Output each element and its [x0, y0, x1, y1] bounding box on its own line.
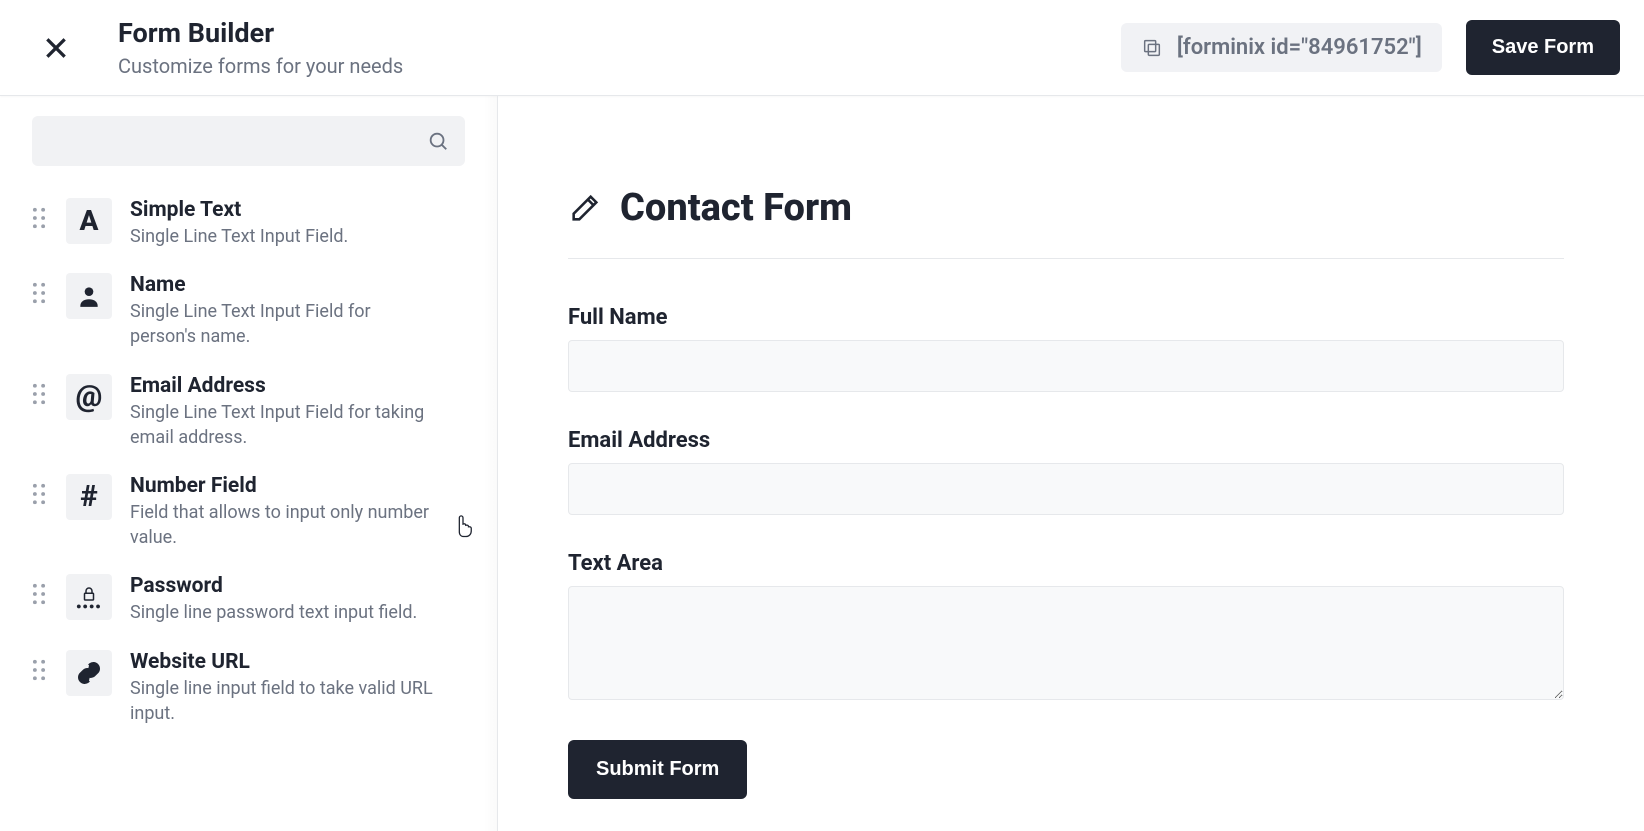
- full-name-input[interactable]: [568, 340, 1564, 392]
- field-type-desc: Field that allows to input only number v…: [130, 500, 440, 550]
- form-title: Contact Form: [620, 186, 852, 230]
- save-form-button[interactable]: Save Form: [1466, 20, 1620, 75]
- field-type-desc: Single Line Text Input Field.: [130, 224, 348, 249]
- field-type-password[interactable]: ●●●● Password Single line password text …: [24, 562, 473, 637]
- app-title: Form Builder: [118, 17, 403, 49]
- drag-handle-icon[interactable]: [30, 204, 48, 232]
- close-icon: [43, 35, 69, 61]
- field-type-number[interactable]: # Number Field Field that allows to inpu…: [24, 462, 473, 562]
- field-type-name[interactable]: Name Single Line Text Input Field for pe…: [24, 261, 473, 361]
- close-button[interactable]: [32, 24, 80, 72]
- header-bar: Form Builder Customize forms for your ne…: [0, 0, 1644, 96]
- field-type-email[interactable]: @ Email Address Single Line Text Input F…: [24, 362, 473, 462]
- drag-handle-icon[interactable]: [30, 580, 48, 608]
- field-type-title: Email Address: [130, 374, 440, 398]
- app-subtitle: Customize forms for your needs: [118, 54, 403, 78]
- drag-handle-icon[interactable]: [30, 279, 48, 307]
- field-type-title: Name: [130, 273, 440, 297]
- edit-icon: [568, 191, 602, 225]
- header-titles: Form Builder Customize forms for your ne…: [118, 17, 403, 77]
- field-type-url[interactable]: Website URL Single line input field to t…: [24, 638, 473, 738]
- user-icon: [66, 273, 112, 319]
- form-field-email[interactable]: Email Address: [568, 428, 1564, 515]
- field-label: Full Name: [568, 305, 1564, 330]
- shortcode-copy[interactable]: [forminix id="84961752"]: [1121, 23, 1442, 72]
- field-type-desc: Single line password text input field.: [130, 600, 417, 625]
- field-type-simple-text[interactable]: A Simple Text Single Line Text Input Fie…: [24, 186, 473, 261]
- at-sign-icon: @: [66, 374, 112, 420]
- field-type-title: Simple Text: [130, 198, 348, 222]
- shortcode-text: [forminix id="84961752"]: [1177, 35, 1422, 60]
- sidebar-resize-handle[interactable]: [483, 96, 497, 831]
- field-type-desc: Single Line Text Input Field for taking …: [130, 400, 440, 450]
- textarea-input[interactable]: [568, 586, 1564, 700]
- form-title-row[interactable]: Contact Form: [568, 186, 1564, 259]
- field-type-title: Password: [130, 574, 417, 598]
- drag-handle-icon[interactable]: [30, 480, 48, 508]
- search-input[interactable]: [32, 116, 465, 166]
- form-field-full-name[interactable]: Full Name: [568, 305, 1564, 392]
- field-label: Email Address: [568, 428, 1564, 453]
- letter-a-icon: A: [66, 198, 112, 244]
- drag-handle-icon[interactable]: [30, 656, 48, 684]
- field-type-desc: Single line input field to take valid UR…: [130, 676, 440, 726]
- drag-handle-icon[interactable]: [30, 380, 48, 408]
- link-icon: [66, 650, 112, 696]
- email-input[interactable]: [568, 463, 1564, 515]
- fields-sidebar: A Simple Text Single Line Text Input Fie…: [0, 96, 498, 831]
- hash-icon: #: [66, 474, 112, 520]
- field-type-title: Website URL: [130, 650, 440, 674]
- field-type-desc: Single Line Text Input Field for person'…: [130, 299, 440, 349]
- submit-form-button[interactable]: Submit Form: [568, 740, 747, 799]
- form-canvas: Contact Form Full Name Email Address Tex…: [498, 96, 1644, 831]
- search-icon: [427, 130, 449, 152]
- lock-icon: ●●●●: [66, 574, 112, 620]
- field-type-title: Number Field: [130, 474, 440, 498]
- field-label: Text Area: [568, 551, 1564, 576]
- form-field-textarea[interactable]: Text Area: [568, 551, 1564, 704]
- copy-icon: [1141, 37, 1163, 59]
